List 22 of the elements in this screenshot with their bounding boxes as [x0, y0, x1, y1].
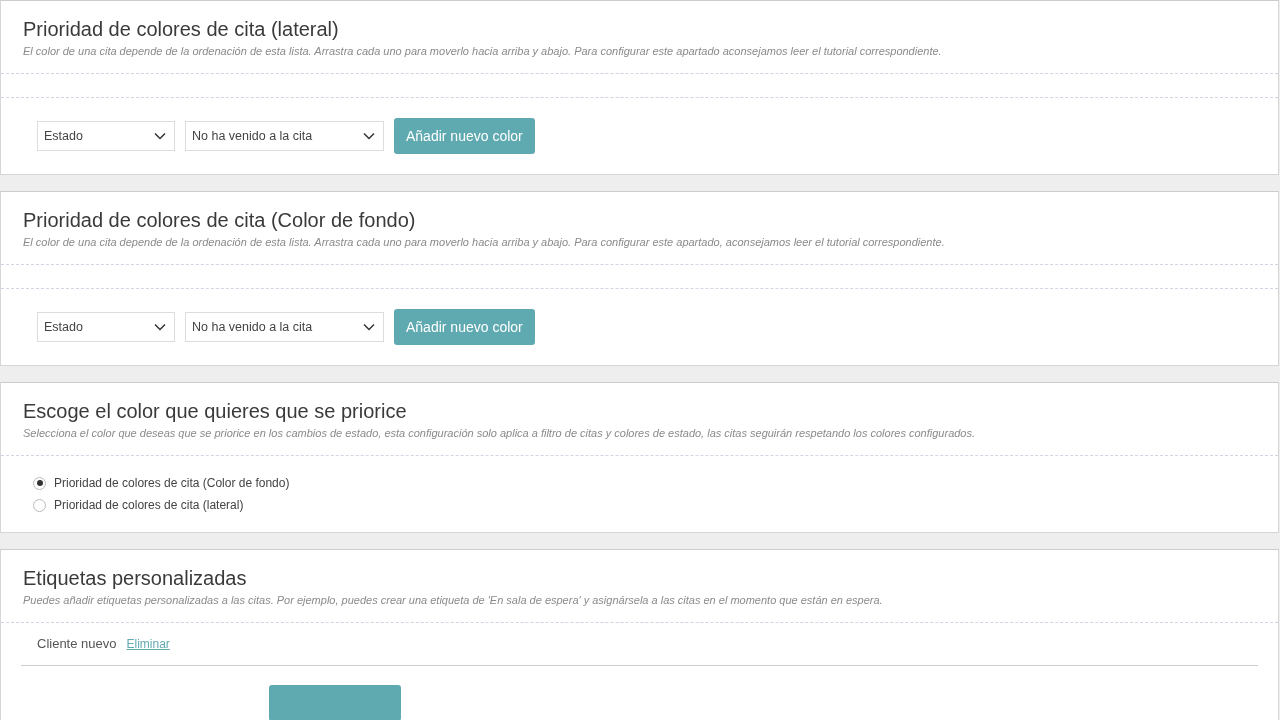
radio-label: Prioridad de colores de cita (Color de fondo) — [54, 476, 290, 490]
section-description: Puedes añadir etiquetas personalizadas a las citas. Por ejemplo, puedes crear una etiqueta de 'En sala de espera' y asignársela a las citas en el momento que están en espera. — [23, 594, 884, 606]
dropdown[interactable]: No ha venido a la cita — [185, 121, 384, 151]
radio-label: Prioridad de colores de cita (lateral) — [54, 498, 244, 512]
section-title: Prioridad de colores de cita (lateral) — [23, 17, 340, 42]
chevron-down-icon — [363, 132, 375, 140]
dropdown[interactable]: No ha venido a la cita — [185, 312, 384, 342]
section-description: Selecciona el color que deseas que se priorice en los cambios de estado, esta configuración solo aplica a filtro de citas y colores de estado, las citas seguirán respetando los colores configurados. — [23, 427, 977, 439]
section-title: Prioridad de colores de cita (Color de fondo) — [23, 208, 417, 233]
radio-button[interactable] — [33, 476, 46, 490]
radio-button[interactable] — [33, 498, 46, 512]
tag-label: Cliente nuevo — [37, 636, 117, 651]
button[interactable] — [269, 685, 401, 720]
section-title: Etiquetas personalizadas — [23, 566, 248, 591]
dropdown[interactable]: Estado — [37, 312, 175, 342]
chevron-down-icon — [154, 323, 166, 331]
dropdown[interactable]: Estado — [37, 121, 175, 151]
section-title: Escoge el color que quieres que se priorice — [23, 399, 408, 424]
chevron-down-icon — [154, 132, 166, 140]
section-description: El color de una cita depende de la ordenación de esta lista. Arrastra cada uno para moverlo hacia arriba y abajo. Para configurar este apartado aconsejamos leer el tutorial correspondiente. — [23, 45, 943, 57]
section-description: El color de una cita depende de la ordenación de esta lista. Arrastra cada uno para moverlo hacia arriba y abajo. Para configurar este apartado, aconsejamos leer el tutorial correspondiente. — [23, 236, 946, 248]
chevron-down-icon — [363, 323, 375, 331]
